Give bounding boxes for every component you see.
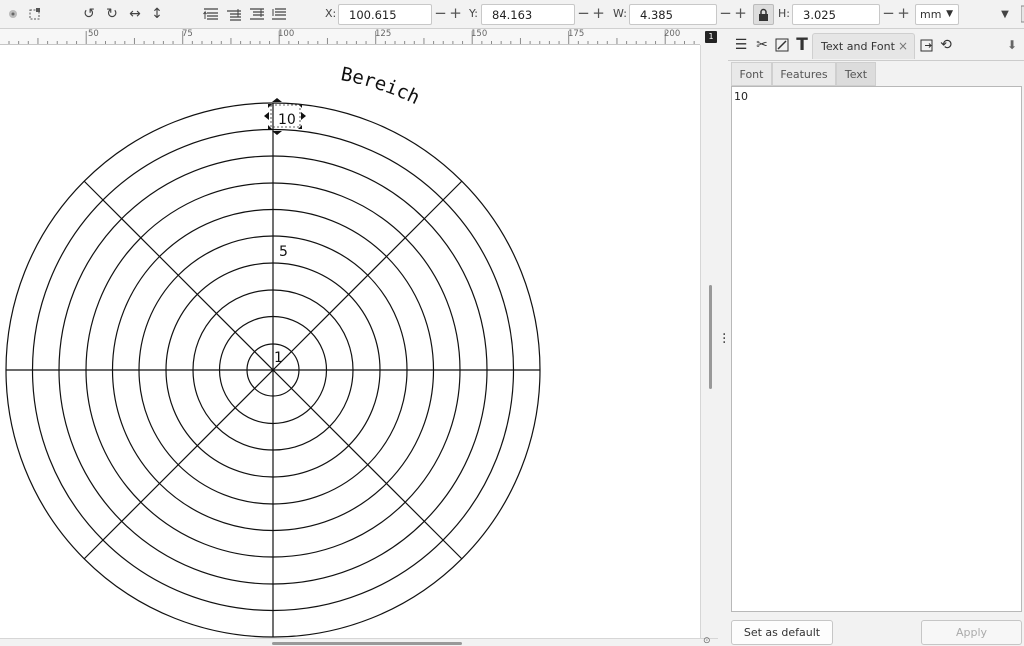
lower-icon[interactable] (248, 5, 266, 23)
tool-controls-bar: ↺ ↻ ↔ ↕ X: 100.615 − + Y: 84.163 − + W: … (0, 0, 1024, 29)
flip-horizontal-icon[interactable]: ↔ (126, 5, 144, 23)
ruler-label-75: 75 (182, 29, 193, 39)
ruler-label-125: 125 (375, 29, 392, 39)
raise-icon[interactable] (225, 5, 243, 23)
toolbar-extra-icon[interactable] (1016, 5, 1024, 23)
tab-text[interactable]: Text (836, 62, 876, 86)
vertical-scrollbar[interactable] (700, 45, 718, 638)
horizontal-scroll-thumb[interactable] (272, 642, 462, 645)
zoom-corner-icon[interactable]: ⊙ (703, 636, 711, 646)
lock-icon (759, 8, 768, 21)
scale-handle-top-icon (272, 98, 282, 102)
panel-resize-handle-icon[interactable]: · · · (722, 328, 726, 350)
ring-label-10[interactable]: 10 (278, 112, 296, 128)
unit-value: mm (920, 8, 942, 21)
y-input[interactable]: 84.163 (481, 4, 575, 25)
fill-stroke-icon[interactable]: ✂ (753, 36, 771, 54)
toolbar-overflow-icon[interactable]: ▼ (996, 5, 1014, 23)
w-increment-button[interactable]: + (733, 4, 748, 25)
chevron-down-icon: ▼ (946, 9, 953, 19)
vertical-scroll-thumb[interactable] (709, 285, 712, 389)
height-input[interactable]: 3.025 (792, 4, 880, 25)
select-all-in-layers-icon[interactable] (26, 5, 44, 23)
x-label: X: (325, 7, 337, 20)
unit-select[interactable]: mm ▼ (915, 4, 959, 25)
lock-aspect-button[interactable] (753, 4, 774, 25)
lower-to-bottom-icon[interactable] (270, 5, 288, 23)
horizontal-scrollbar[interactable] (0, 638, 718, 646)
h-decrement-button[interactable]: − (881, 4, 896, 25)
rotate-cw-icon[interactable]: ↻ (103, 5, 121, 23)
tab-text-and-font-label: Text and Font (821, 40, 895, 53)
curved-label-bereich[interactable]: Bereich (339, 63, 423, 109)
text-content-editor[interactable]: 10 (731, 86, 1022, 612)
tab-features[interactable]: Features (772, 62, 836, 86)
horizontal-ruler[interactable]: 50 75 100 125 150 175 200 (0, 29, 700, 45)
w-label: W: (613, 7, 627, 20)
ruler-label-150: 150 (471, 29, 488, 39)
ruler-label-200: 200 (664, 29, 681, 39)
h-label: H: (778, 7, 790, 20)
y-increment-button[interactable]: + (591, 4, 606, 25)
ruler-ticks (8, 31, 695, 44)
y-label: Y: (469, 7, 478, 20)
scale-handle-right-icon (301, 112, 306, 120)
x-decrement-button[interactable]: − (433, 4, 448, 25)
spokes (6, 103, 540, 637)
ruler-label-100: 100 (278, 29, 295, 39)
ruler-label-50: 50 (88, 29, 99, 39)
x-increment-button[interactable]: + (448, 4, 463, 25)
rotate-ccw-icon[interactable]: ↺ (80, 5, 98, 23)
y-decrement-button[interactable]: − (576, 4, 591, 25)
w-decrement-button[interactable]: − (718, 4, 733, 25)
text-tool-icon[interactable]: T (793, 35, 811, 55)
xml-editor-icon[interactable] (773, 36, 791, 54)
ruler-label-175: 175 (568, 29, 585, 39)
export-icon[interactable] (917, 36, 935, 54)
width-input[interactable]: 4.385 (629, 4, 717, 25)
dock-menu-arrow-icon[interactable]: ⬇ (1003, 36, 1021, 54)
close-icon[interactable]: × (898, 39, 908, 53)
tab-text-and-font[interactable]: Text and Font × (812, 33, 915, 59)
page-number-badge: 1 (705, 31, 717, 43)
set-as-default-button[interactable]: Set as default (731, 620, 833, 645)
apply-button[interactable]: Apply (921, 620, 1022, 645)
ring-label-5[interactable]: 5 (279, 244, 288, 260)
dock-tab-bar: ☰ ✂ T Text and Font × ⟲ ⬇ (728, 29, 1024, 61)
ring-label-1[interactable]: 1 (274, 350, 283, 366)
tab-font[interactable]: Font (731, 62, 772, 86)
raise-to-top-icon[interactable] (202, 5, 220, 23)
h-increment-button[interactable]: + (896, 4, 911, 25)
drawing-canvas[interactable]: Bereich 10 5 1 (0, 45, 700, 638)
layers-icon[interactable]: ☰ (732, 36, 750, 54)
scale-handle-left-icon (264, 112, 269, 120)
select-all-icon[interactable] (4, 5, 22, 23)
flip-vertical-icon[interactable]: ↕ (148, 5, 166, 23)
undo-history-icon[interactable]: ⟲ (937, 36, 955, 54)
x-input[interactable]: 100.615 (338, 4, 432, 25)
dock-panel: ☰ ✂ T Text and Font × ⟲ ⬇ Font Features … (728, 29, 1024, 646)
polar-grid-drawing: Bereich 10 5 1 (5, 63, 541, 638)
